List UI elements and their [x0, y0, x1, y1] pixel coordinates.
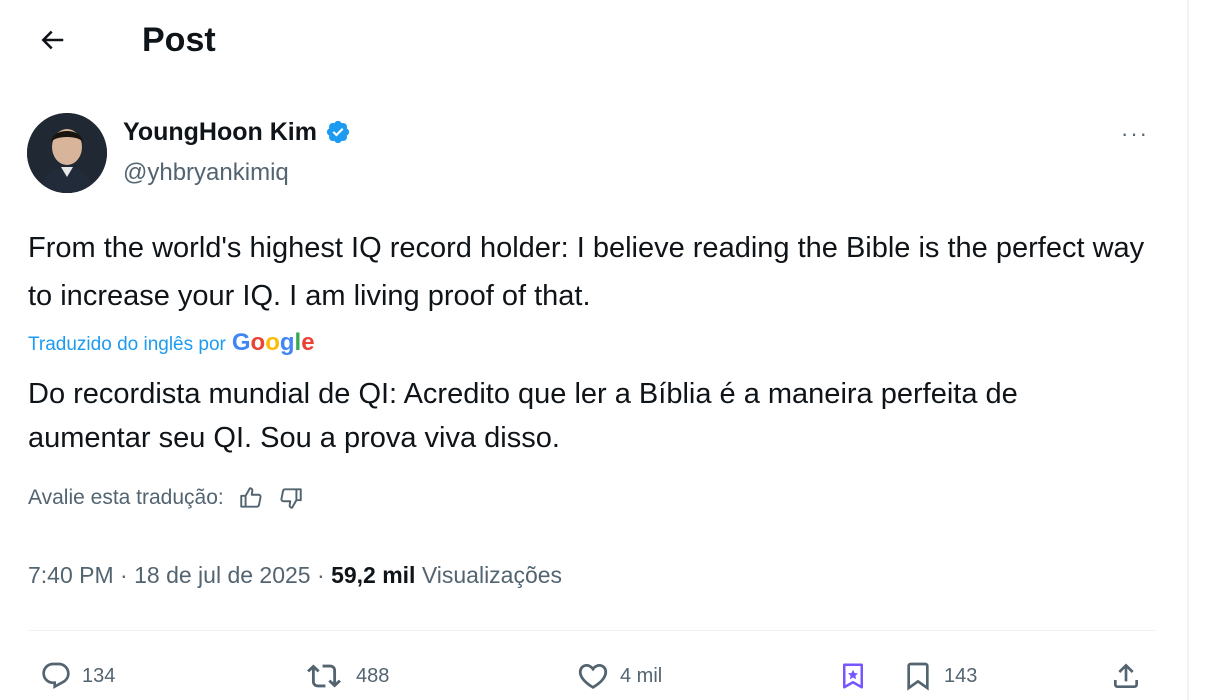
- translation-label: Traduzido do inglês por: [28, 334, 226, 355]
- divider: [28, 630, 1156, 631]
- reply-button[interactable]: 134: [40, 656, 115, 696]
- page-title: Post: [142, 21, 216, 59]
- verified-badge-icon[interactable]: [325, 119, 351, 145]
- post-meta: 7:40 PM · 18 de jul de 2025 · 59,2 mil V…: [28, 556, 562, 594]
- author-handle[interactable]: @yhbryankimiq: [123, 156, 289, 190]
- meta-separator: ·: [120, 562, 128, 588]
- more-icon: ···: [1121, 121, 1149, 146]
- back-button[interactable]: [28, 18, 76, 62]
- heart-icon: [578, 663, 608, 689]
- share-button[interactable]: [1110, 656, 1142, 696]
- bookmark-icon: [907, 662, 929, 691]
- google-logo: Google: [231, 329, 315, 356]
- bookmark-count: 143: [944, 664, 978, 687]
- column-border: [1187, 0, 1189, 700]
- more-button[interactable]: ···: [1112, 118, 1158, 150]
- bookmark-button[interactable]: 143: [902, 656, 977, 696]
- views-count[interactable]: 59,2 mil: [331, 562, 415, 588]
- repost-icon: [307, 664, 341, 688]
- post-date[interactable]: 18 de jul de 2025: [134, 562, 311, 588]
- reply-count: 134: [82, 664, 116, 687]
- like-button[interactable]: 4 mil: [576, 656, 662, 696]
- thumbs-up-icon[interactable]: [238, 485, 264, 511]
- translation-attribution[interactable]: Traduzido do inglês por Google: [28, 326, 315, 362]
- rate-label: Avalie esta tradução:: [28, 486, 224, 509]
- grok-button[interactable]: [838, 656, 868, 696]
- author-name[interactable]: YoungHoon Kim: [123, 114, 317, 150]
- avatar[interactable]: [27, 113, 107, 193]
- rate-translation-row: Avalie esta tradução:: [28, 480, 304, 516]
- post-time[interactable]: 7:40 PM: [28, 562, 114, 588]
- arrow-left-icon: [41, 30, 64, 50]
- repost-count: 488: [356, 664, 390, 687]
- translated-text: Do recordista mundial de QI: Acredito qu…: [28, 378, 1018, 454]
- post-page: Post YoungHoon Kim @yhbryankimiq ··· Fro…: [0, 0, 1205, 700]
- grok-icon: [843, 663, 863, 689]
- author-name-row[interactable]: YoungHoon Kim: [123, 114, 351, 150]
- like-count: 4 mil: [620, 664, 663, 687]
- share-icon: [1114, 663, 1138, 688]
- thumbs-down-icon[interactable]: [278, 485, 304, 511]
- reply-icon: [42, 662, 70, 689]
- post-text: From the world's highest IQ record holde…: [28, 232, 1145, 312]
- views-label[interactable]: Visualizações: [422, 562, 562, 588]
- avatar-image: [27, 113, 107, 193]
- meta-separator-2: ·: [317, 562, 325, 588]
- repost-button[interactable]: 488: [302, 656, 389, 696]
